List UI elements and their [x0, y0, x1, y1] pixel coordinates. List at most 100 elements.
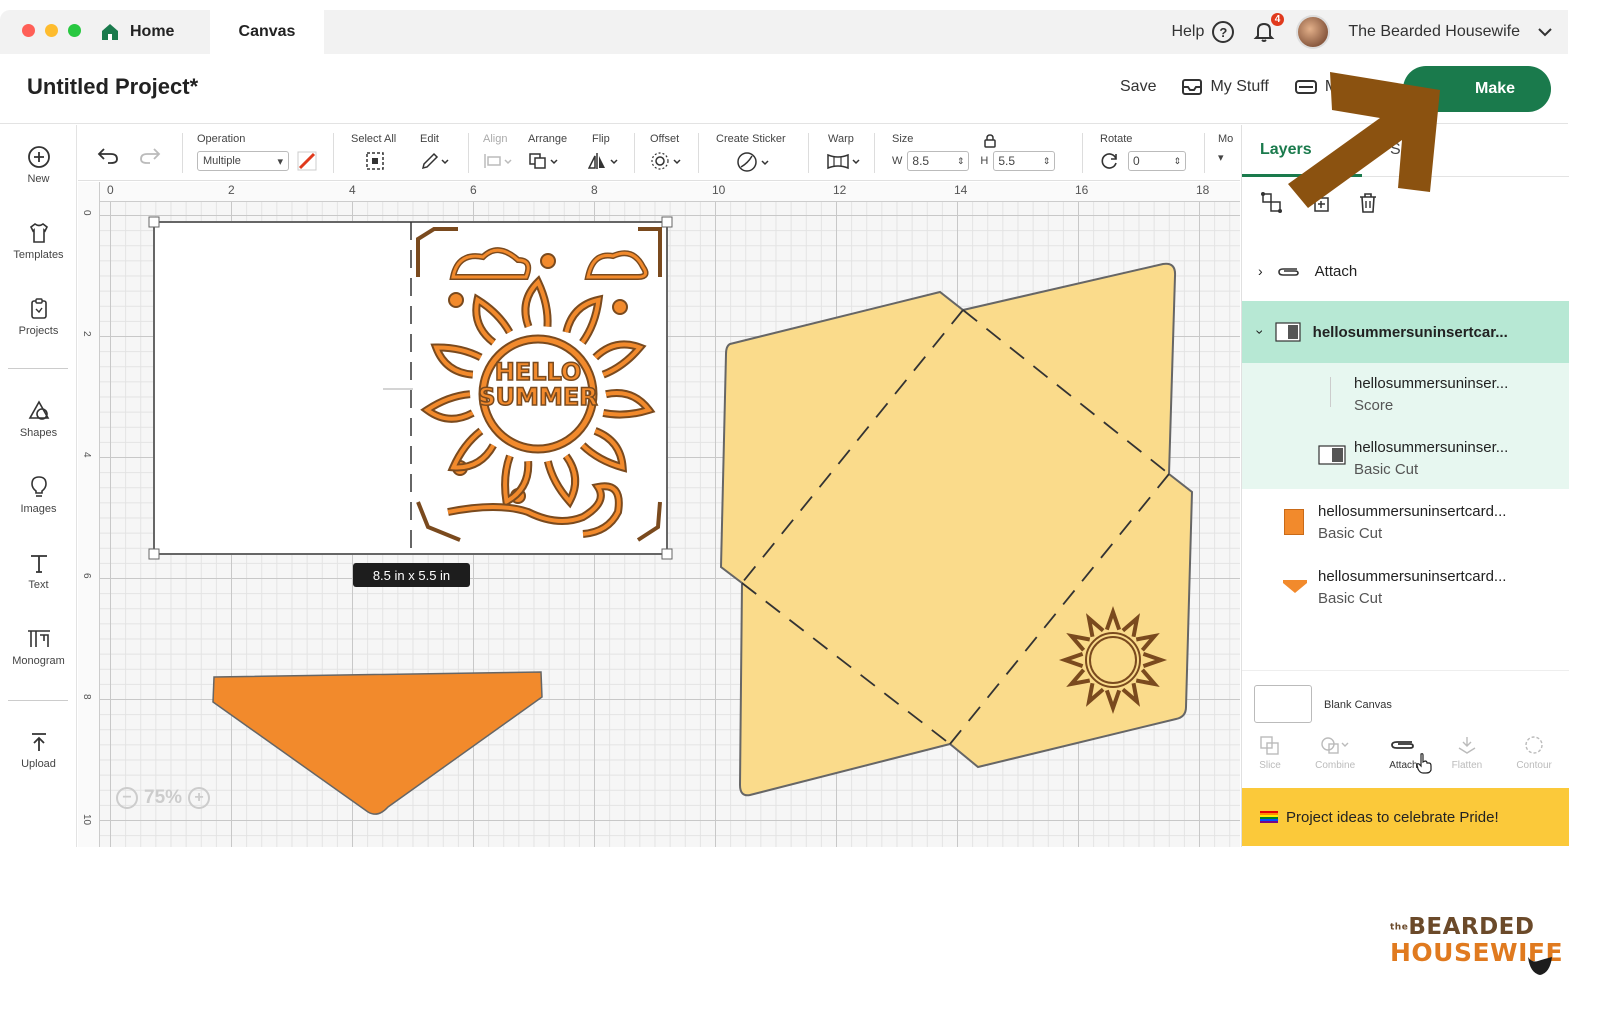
notifications-button[interactable]: 4: [1252, 13, 1285, 45]
resize-handle[interactable]: [661, 548, 673, 560]
flip-group[interactable]: Flip: [587, 133, 620, 174]
flap-thumbnail-icon: [1283, 580, 1307, 593]
chevron-down-icon[interactable]: ›: [1252, 330, 1268, 335]
sidebar-item-monogram[interactable]: Monogram: [0, 627, 77, 667]
design-canvas[interactable]: HELLO SUMMER: [78, 182, 1240, 847]
minimize-window-button[interactable]: [45, 24, 58, 37]
save-button[interactable]: Save: [1120, 78, 1156, 96]
tab-home[interactable]: Home: [100, 10, 174, 54]
zoom-window-button[interactable]: [68, 24, 81, 37]
avatar[interactable]: [1296, 15, 1331, 49]
titlebar-right: Help ? 4 The Bearded Housewife: [1171, 10, 1552, 54]
zoom-out-button[interactable]: −: [116, 787, 138, 809]
question-icon: ?: [1212, 21, 1235, 43]
toolbar-divider: [333, 133, 334, 173]
size-tooltip: 8.5 in x 5.5 in: [353, 563, 470, 587]
layer-group-attach[interactable]: › Attach: [1242, 253, 1569, 289]
select-all-group[interactable]: Select All: [351, 133, 396, 174]
close-window-button[interactable]: [22, 24, 35, 37]
align-icon: [484, 154, 512, 168]
pen-color-swatch[interactable]: [297, 151, 317, 171]
edit-toolbar: Operation Multiple ▾ Select All Edit Ali…: [78, 125, 1240, 181]
ruler-number: 4: [81, 452, 92, 458]
toolbar-divider: [698, 133, 699, 173]
help-button[interactable]: Help ?: [1171, 21, 1235, 43]
combine-button[interactable]: Combine: [1315, 735, 1355, 785]
tool-label: Attach: [1389, 760, 1418, 771]
create-sticker-label: Create Sticker: [716, 133, 786, 145]
resize-handle[interactable]: [661, 216, 673, 228]
logo-top: BEARDED: [1408, 914, 1535, 940]
align-group[interactable]: Align: [483, 133, 513, 174]
sidebar-item-images[interactable]: Images: [0, 475, 77, 515]
sidebar-item-projects[interactable]: Projects: [0, 297, 77, 337]
select-all-label: Select All: [351, 133, 397, 145]
ruler-number: 8: [591, 183, 598, 197]
layer-group-selected[interactable]: › hellosummersuninsertcar...: [1242, 301, 1569, 363]
my-stuff-label: My Stuff: [1210, 78, 1269, 95]
redo-icon[interactable]: [138, 145, 162, 165]
rotate-input[interactable]: 0 ⇕: [1128, 151, 1186, 171]
tab-canvas[interactable]: Canvas: [210, 10, 324, 54]
attach-button[interactable]: Attach: [1389, 735, 1418, 785]
toolbar-divider: [182, 133, 183, 173]
edit-group[interactable]: Edit: [420, 133, 450, 174]
my-stuff-button[interactable]: My Stuff: [1182, 78, 1269, 96]
operation-select[interactable]: Multiple ▾: [197, 151, 289, 171]
sidebar-item-upload[interactable]: Upload: [0, 730, 77, 770]
chevron-right-icon[interactable]: ›: [1258, 263, 1263, 279]
ruler-top: 0 2 4 6 8 10 12 14 16 18: [78, 182, 1240, 202]
layer-item[interactable]: hellosummersuninsertcard... Basic Cut: [1242, 562, 1569, 622]
blank-canvas-swatch[interactable]: [1254, 685, 1312, 723]
layer-item[interactable]: hellosummersuninser... Basic Cut: [1354, 437, 1508, 481]
zoom-control: − 75% +: [116, 783, 211, 813]
flatten-button[interactable]: Flatten: [1452, 735, 1482, 785]
sidebar-item-new[interactable]: New: [0, 145, 77, 185]
slice-icon: [1260, 736, 1279, 755]
offset-label: Offset: [650, 133, 680, 145]
stepper-icon[interactable]: ⇕: [1043, 156, 1051, 167]
tool-label: Slice: [1259, 760, 1281, 771]
resize-handle[interactable]: [148, 216, 160, 228]
height-label: H: [980, 155, 989, 167]
zoom-in-button[interactable]: +: [188, 787, 211, 809]
layer-tools: Slice Combine Attach Flatten Contour: [1242, 735, 1569, 785]
sidebar-item-templates[interactable]: Templates: [0, 221, 77, 261]
more-label: Mo: [1218, 133, 1234, 145]
layer-type: Score: [1354, 397, 1394, 414]
create-sticker-group[interactable]: Create Sticker: [716, 133, 786, 176]
layer-name: hellosummersuninsertcard...: [1318, 568, 1507, 585]
beard-icon: [1528, 957, 1552, 975]
sidebar-item-label: Images: [20, 503, 57, 515]
sidebar-item-label: Templates: [13, 249, 64, 261]
flatten-icon: [1458, 737, 1476, 754]
width-input[interactable]: 8.5 ⇕: [907, 151, 970, 171]
warp-group[interactable]: Warp: [826, 133, 862, 174]
height-value: 5.5: [998, 154, 1016, 168]
more-group[interactable]: Mo ▾: [1218, 133, 1233, 164]
sidebar-item-shapes[interactable]: Shapes: [0, 399, 77, 439]
user-name[interactable]: The Bearded Housewife: [1348, 23, 1520, 41]
arrange-group[interactable]: Arrange: [528, 133, 567, 174]
layer-item[interactable]: hellosummersuninsertcard... Basic Cut: [1242, 497, 1569, 557]
height-input[interactable]: 5.5 ⇕: [993, 151, 1056, 171]
contour-button[interactable]: Contour: [1516, 735, 1552, 785]
stepper-icon[interactable]: ⇕: [957, 156, 965, 167]
tab-canvas-label: Canvas: [238, 23, 296, 40]
sidebar-item-label: Upload: [21, 758, 56, 770]
layer-item[interactable]: hellosummersuninser... Score: [1354, 373, 1508, 417]
offset-group[interactable]: Offset: [650, 133, 684, 174]
lock-icon[interactable]: [984, 134, 996, 148]
resize-handle[interactable]: [148, 548, 160, 560]
promo-banner[interactable]: Project ideas to celebrate Pride!: [1242, 788, 1569, 846]
ruler-number: 2: [228, 183, 235, 197]
slice-button[interactable]: Slice: [1259, 735, 1281, 785]
chevron-down-icon[interactable]: [1538, 27, 1552, 37]
sidebar-item-label: Text: [28, 579, 49, 591]
sidebar-item-text[interactable]: Text: [0, 551, 77, 591]
stepper-icon[interactable]: ⇕: [1173, 156, 1181, 167]
undo-icon[interactable]: [96, 145, 120, 165]
envelope-shape[interactable]: [719, 262, 1194, 797]
orange-flap-shape[interactable]: [212, 671, 543, 815]
project-title[interactable]: Untitled Project*: [27, 74, 198, 100]
